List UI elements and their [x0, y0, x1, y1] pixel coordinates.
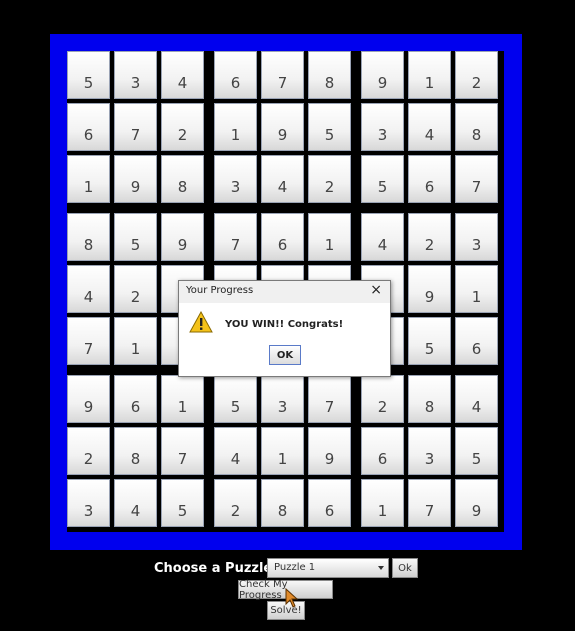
sudoku-cell[interactable]: 2	[408, 213, 451, 261]
sudoku-cell[interactable]: 4	[214, 427, 257, 475]
warning-icon	[189, 311, 213, 333]
progress-dialog: Your Progress × YOU WIN!! Congrats! OK	[178, 280, 391, 377]
sudoku-cell[interactable]: 5	[214, 375, 257, 423]
sudoku-cell[interactable]: 1	[214, 103, 257, 151]
sudoku-cell[interactable]: 9	[361, 51, 404, 99]
sudoku-cell[interactable]: 6	[214, 51, 257, 99]
sudoku-cell[interactable]: 8	[67, 213, 110, 261]
sudoku-cell[interactable]: 7	[408, 479, 451, 527]
dialog-ok-button[interactable]: OK	[269, 345, 301, 365]
sudoku-cell[interactable]: 9	[261, 103, 304, 151]
sudoku-cell[interactable]: 2	[308, 155, 351, 203]
sudoku-cell[interactable]: 2	[214, 479, 257, 527]
sudoku-cell[interactable]: 2	[114, 265, 157, 313]
sudoku-cell[interactable]: 3	[408, 427, 451, 475]
sudoku-cell[interactable]: 3	[455, 213, 498, 261]
sudoku-cell[interactable]: 1	[114, 317, 157, 365]
dialog-title: Your Progress	[186, 285, 254, 296]
sudoku-cell[interactable]: 3	[114, 51, 157, 99]
sudoku-cell[interactable]: 7	[67, 317, 110, 365]
sudoku-cell[interactable]: 5	[455, 427, 498, 475]
sudoku-cell[interactable]: 4	[455, 375, 498, 423]
sudoku-cell[interactable]: 1	[361, 479, 404, 527]
sudoku-cell[interactable]: 2	[161, 103, 204, 151]
sudoku-cell[interactable]: 7	[308, 375, 351, 423]
sudoku-cell[interactable]: 4	[114, 479, 157, 527]
ok-button[interactable]: Ok	[392, 558, 418, 578]
sudoku-cell[interactable]: 4	[67, 265, 110, 313]
sudoku-cell[interactable]: 5	[161, 479, 204, 527]
sudoku-cell[interactable]: 7	[455, 155, 498, 203]
sudoku-cell[interactable]: 1	[308, 213, 351, 261]
sudoku-cell[interactable]: 8	[408, 375, 451, 423]
sudoku-cell[interactable]: 8	[161, 155, 204, 203]
sudoku-cell[interactable]: 1	[261, 427, 304, 475]
sudoku-cell[interactable]: 1	[67, 155, 110, 203]
sudoku-cell[interactable]: 2	[67, 427, 110, 475]
sudoku-cell[interactable]: 3	[214, 155, 257, 203]
sudoku-cell[interactable]: 6	[67, 103, 110, 151]
sudoku-cell[interactable]: 3	[261, 375, 304, 423]
sudoku-cell[interactable]: 8	[261, 479, 304, 527]
sudoku-cell[interactable]: 6	[408, 155, 451, 203]
sudoku-cell[interactable]: 5	[408, 317, 451, 365]
sudoku-cell[interactable]: 4	[361, 213, 404, 261]
choose-puzzle-label: Choose a Puzzle:	[154, 561, 278, 576]
sudoku-cell[interactable]: 7	[261, 51, 304, 99]
sudoku-cell[interactable]: 6	[114, 375, 157, 423]
sudoku-cell[interactable]: 9	[408, 265, 451, 313]
sudoku-cell[interactable]: 8	[308, 51, 351, 99]
sudoku-cell[interactable]: 4	[261, 155, 304, 203]
sudoku-cell[interactable]: 1	[161, 375, 204, 423]
sudoku-cell[interactable]: 2	[361, 375, 404, 423]
sudoku-cell[interactable]: 8	[455, 103, 498, 151]
sudoku-cell[interactable]: 9	[308, 427, 351, 475]
dialog-message: YOU WIN!! Congrats!	[225, 319, 344, 330]
sudoku-cell[interactable]: 1	[408, 51, 451, 99]
sudoku-cell[interactable]: 1	[455, 265, 498, 313]
sudoku-cell[interactable]: 3	[67, 479, 110, 527]
sudoku-cell[interactable]: 9	[114, 155, 157, 203]
sudoku-cell[interactable]: 4	[408, 103, 451, 151]
puzzle-select[interactable]: Puzzle 1	[267, 558, 389, 578]
sudoku-cell[interactable]: 6	[455, 317, 498, 365]
sudoku-cell[interactable]: 5	[67, 51, 110, 99]
sudoku-cell[interactable]: 6	[261, 213, 304, 261]
sudoku-cell[interactable]: 7	[214, 213, 257, 261]
sudoku-cell[interactable]: 4	[161, 51, 204, 99]
sudoku-cell[interactable]: 6	[361, 427, 404, 475]
sudoku-cell[interactable]: 6	[308, 479, 351, 527]
puzzle-select-value: Puzzle 1	[274, 562, 316, 573]
sudoku-cell[interactable]: 5	[361, 155, 404, 203]
sudoku-cell[interactable]: 7	[114, 103, 157, 151]
sudoku-cell[interactable]: 9	[161, 213, 204, 261]
sudoku-cell[interactable]: 7	[161, 427, 204, 475]
sudoku-cell[interactable]: 5	[308, 103, 351, 151]
sudoku-cell[interactable]: 3	[361, 103, 404, 151]
sudoku-cell[interactable]: 9	[67, 375, 110, 423]
dialog-body: YOU WIN!! Congrats! OK	[179, 303, 390, 376]
close-icon[interactable]: ×	[370, 282, 382, 298]
sudoku-cell[interactable]: 5	[114, 213, 157, 261]
sudoku-cell[interactable]: 2	[455, 51, 498, 99]
dropdown-arrow-icon	[378, 566, 384, 570]
sudoku-cell[interactable]: 9	[455, 479, 498, 527]
mouse-cursor-icon	[285, 588, 299, 608]
sudoku-cell[interactable]: 8	[114, 427, 157, 475]
